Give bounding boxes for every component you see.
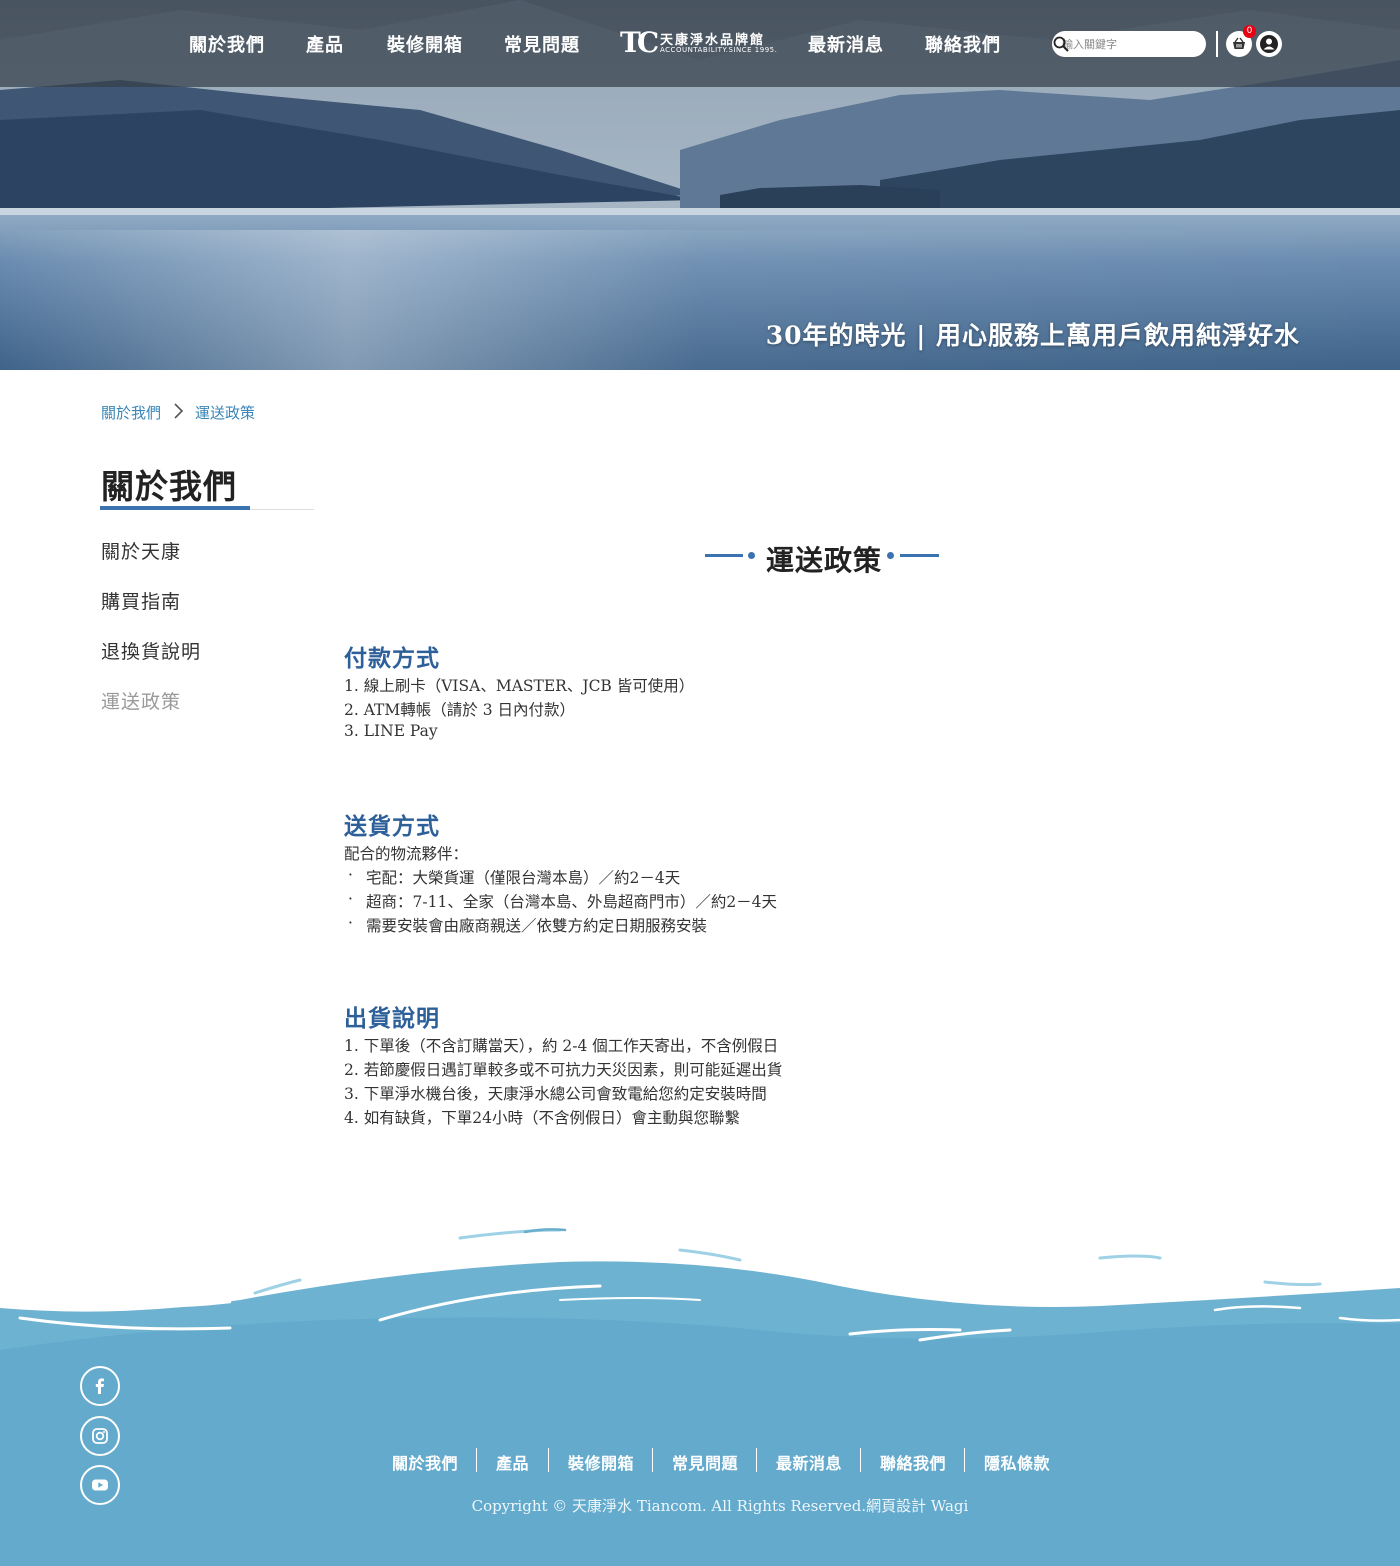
facebook-icon — [95, 1378, 104, 1394]
title-decoration-dot-left — [748, 552, 755, 559]
nav-renovation[interactable]: 裝修開箱 — [387, 31, 463, 57]
sidebar-title: 關於我們 — [101, 467, 237, 506]
youtube-icon — [92, 1479, 108, 1491]
sidebar-item-purchase-guide[interactable]: 購買指南 — [101, 587, 181, 614]
nav-products[interactable]: 產品 — [306, 31, 344, 57]
footer-link-faq[interactable]: 常見問題 — [672, 1450, 738, 1474]
delivery-bullet-dot: · — [348, 866, 353, 884]
breadcrumb-shipping[interactable]: 運送政策 — [195, 402, 255, 423]
delivery-bullet-dot: · — [348, 914, 353, 932]
instagram-button[interactable] — [80, 1416, 120, 1456]
delivery-intro: 配合的物流夥伴： — [344, 845, 469, 863]
shipping-line: 4. 如有缺貨，下單24小時（不含例假日）會主動與您聯繫 — [344, 1109, 740, 1127]
instagram-icon — [92, 1428, 108, 1444]
delivery-heading: 送貨方式 — [344, 813, 440, 840]
footer-link-contact[interactable]: 聯絡我們 — [880, 1450, 946, 1474]
footer-link-privacy[interactable]: 隱私條款 — [984, 1450, 1050, 1474]
search-input[interactable] — [1062, 35, 1174, 53]
shipping-heading: 出貨說明 — [344, 1005, 440, 1032]
hero-slogan: 30年的時光 | 用心服務上萬用戶飲用純淨好水 — [765, 321, 1300, 350]
title-decoration-dot-right — [887, 552, 894, 559]
cart-count-badge: 0 — [1243, 25, 1256, 38]
logo-tagline: ACCOUNTABILITY.SINCE 1995. — [660, 46, 778, 54]
breadcrumb-about[interactable]: 關於我們 — [101, 402, 161, 423]
payment-line: 2. ATM轉帳（請於 3 日內付款） — [344, 701, 575, 719]
page-title: 運送政策 — [766, 544, 883, 577]
footer-separator — [548, 1448, 549, 1472]
account-button[interactable] — [1256, 31, 1282, 57]
sidebar-item-shipping-policy[interactable]: 運送政策 — [101, 687, 181, 714]
shipping-line: 3. 下單淨水機台後，天康淨水總公司會致電給您約定安裝時間 — [344, 1085, 767, 1103]
delivery-bullet: 超商：7-11、全家（台灣本島、外島超商門市）／約2－4天 — [366, 893, 778, 911]
footer: 關於我們 產品 裝修開箱 常見問題 最新消息 聯絡我們 隱私條款 Copyrig… — [0, 1200, 1400, 1566]
delivery-bullet: 需要安裝會由廠商親送／依雙方約定日期服務安裝 — [366, 917, 708, 935]
sidebar-item-about-tiankang[interactable]: 關於天康 — [101, 537, 181, 564]
title-decoration-right — [900, 554, 939, 557]
footer-separator — [964, 1448, 965, 1472]
footer-separator — [652, 1448, 653, 1472]
header-divider — [1216, 31, 1218, 57]
title-decoration-left — [705, 554, 743, 557]
shipping-line: 1. 下單後（不含訂購當天），約 2-4 個工作天寄出，不含例假日 — [344, 1037, 779, 1055]
chevron-right-icon — [174, 403, 184, 419]
search-box — [1052, 31, 1206, 57]
nav-contact[interactable]: 聯絡我們 — [925, 31, 1001, 57]
nav-about[interactable]: 關於我們 — [189, 31, 265, 57]
footer-link-renovation[interactable]: 裝修開箱 — [568, 1450, 634, 1474]
shipping-line: 2. 若節慶假日遇訂單較多或不可抗力天災因素，則可能延遲出貨 — [344, 1061, 783, 1079]
footer-separator — [756, 1448, 757, 1472]
footer-separator — [860, 1448, 861, 1472]
site-logo[interactable]: TC 天康淨水品牌館 ACCOUNTABILITY.SINCE 1995. — [620, 26, 777, 60]
sidebar-item-returns[interactable]: 退換貨說明 — [101, 637, 201, 664]
footer-link-about[interactable]: 關於我們 — [392, 1450, 458, 1474]
sidebar-title-underline — [100, 506, 250, 510]
delivery-bullet-dot: · — [348, 890, 353, 908]
payment-line: 3. LINE Pay — [344, 722, 438, 740]
delivery-bullet: 宅配：大榮貨運（僅限台灣本島）／約2－4天 — [366, 869, 681, 887]
footer-separator — [476, 1448, 477, 1472]
facebook-button[interactable] — [80, 1366, 120, 1406]
logo-mark: TC — [620, 26, 659, 59]
copyright-text: Copyright © 天康淨水 Tiancom. All Rights Res… — [471, 1497, 969, 1515]
payment-line: 1. 線上刷卡（VISA、MASTER、JCB 皆可使用） — [344, 677, 695, 695]
nav-news[interactable]: 最新消息 — [808, 31, 884, 57]
payment-heading: 付款方式 — [344, 645, 440, 672]
hero-banner: 關於我們 產品 裝修開箱 常見問題 TC 天康淨水品牌館 ACCOUNTABIL… — [0, 0, 1400, 370]
search-icon[interactable] — [1052, 35, 1070, 53]
nav-faq[interactable]: 常見問題 — [504, 31, 580, 57]
footer-link-products[interactable]: 產品 — [496, 1450, 529, 1474]
user-icon — [1260, 35, 1278, 53]
footer-link-news[interactable]: 最新消息 — [776, 1450, 842, 1474]
